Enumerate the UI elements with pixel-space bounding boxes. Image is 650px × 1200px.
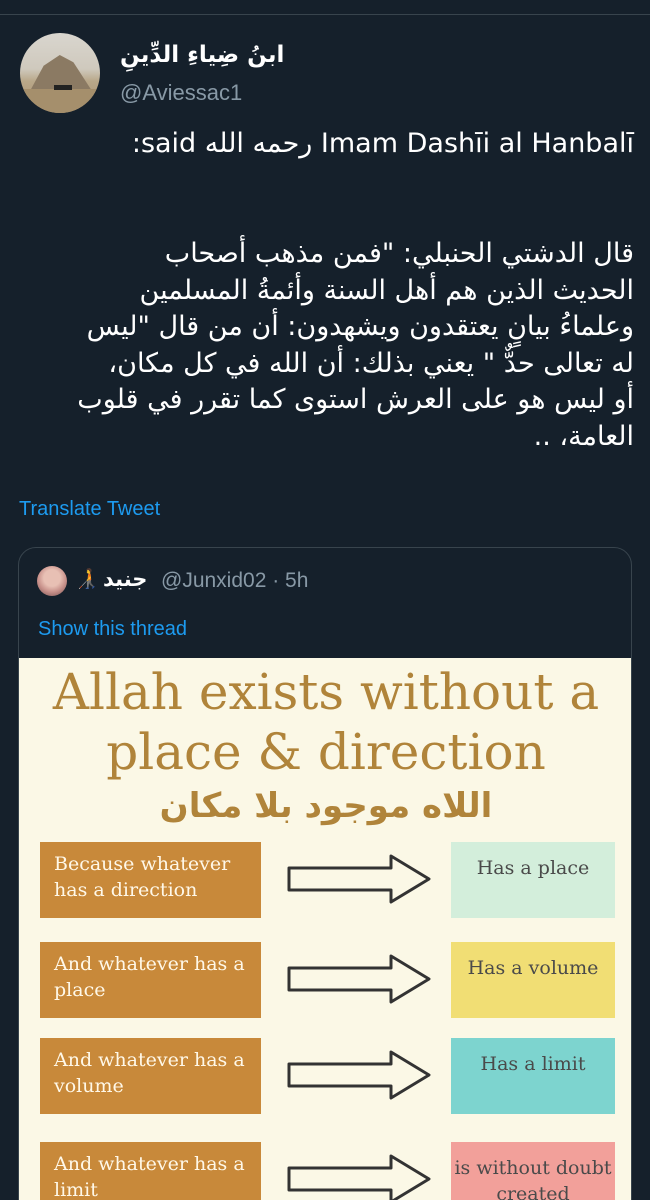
row-right-box: Has a limit <box>451 1038 615 1114</box>
tweet-text-line1: Imam Dashīi al Hanbalī رحمه الله said: <box>131 128 634 159</box>
quote-display-name: جنيد <box>103 567 148 591</box>
arrow-icon <box>287 1050 431 1100</box>
image-arabic-title: اللاه موجود بلا مكان <box>159 786 493 826</box>
arrow-icon <box>287 954 431 1004</box>
arrow-icon <box>287 854 431 904</box>
tweet-text: Imam Dashīi al Hanbalī رحمه الله said: ق… <box>0 126 634 456</box>
top-divider <box>0 14 650 15</box>
quote-handle-time: @Junxid02 · 5h <box>161 569 309 592</box>
display-name[interactable]: ابنُ ضِياءِ الدِّينِ <box>120 42 284 68</box>
quote-avatar[interactable] <box>37 566 67 596</box>
image-title: Allah exists without a place & direction <box>19 662 631 782</box>
avatar-sign <box>54 85 72 90</box>
image-row: Because whatever has a direction Has a p… <box>19 842 631 922</box>
image-row: And whatever has a volume Has a limit <box>19 1038 631 1118</box>
avatar[interactable] <box>20 33 100 113</box>
show-thread-link[interactable]: Show this thread <box>38 618 187 641</box>
row-right-box: Has a place <box>451 842 615 918</box>
quote-tweet-card[interactable]: 🧑‍🦯 جنيد @Junxid02 · 5h Show this thread… <box>18 547 632 1200</box>
arrow-icon <box>287 1154 431 1200</box>
row-left-box: And whatever has a place <box>40 942 261 1018</box>
row-right-box: Has a volume <box>451 942 615 1018</box>
quote-image[interactable]: Allah exists without a place & direction… <box>19 658 631 1200</box>
row-left-box: And whatever has a limit <box>40 1142 261 1200</box>
image-title-line1: Allah exists without a <box>52 663 600 721</box>
image-row: And whatever has a limit is without doub… <box>19 1142 631 1200</box>
user-handle[interactable]: @Aviessac1 <box>120 80 242 106</box>
quote-name-emoji: 🧑‍🦯 <box>75 569 99 590</box>
image-title-line2: place & direction <box>106 723 546 781</box>
translate-tweet-link[interactable]: Translate Tweet <box>19 498 160 521</box>
avatar-ground <box>20 89 100 113</box>
row-left-box: And whatever has a volume <box>40 1038 261 1114</box>
row-right-box: is without doubt created <box>451 1142 615 1200</box>
image-row: And whatever has a place Has a volume <box>19 942 631 1022</box>
row-left-box: Because whatever has a direction <box>40 842 261 918</box>
tweet-arabic-text: قال الدشتي الحنبلي: "فمن مذهب أصحاب الحد… <box>77 238 634 452</box>
